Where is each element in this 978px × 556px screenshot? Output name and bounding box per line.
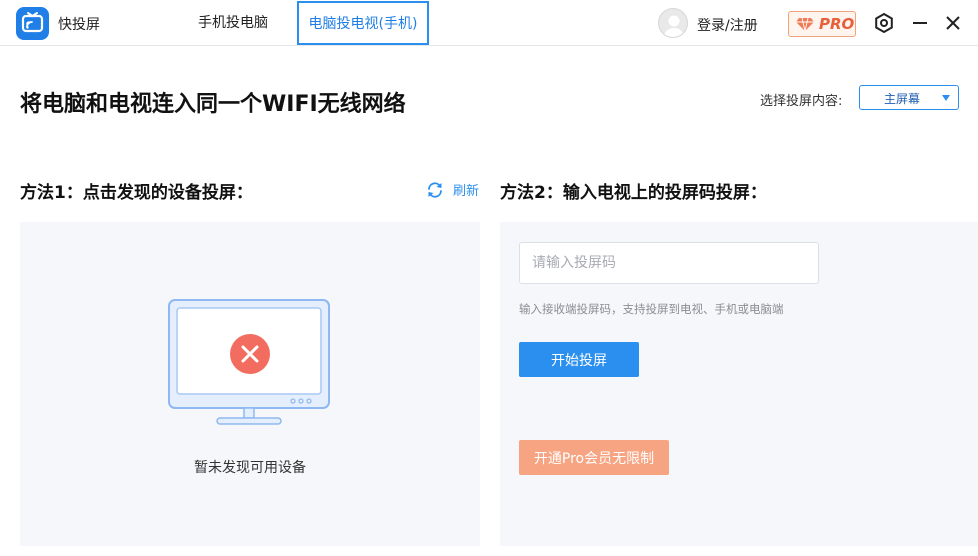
pro-badge[interactable]: PRO: [788, 11, 856, 37]
no-device-monitor-icon: [168, 299, 330, 425]
gear-icon: [875, 12, 893, 34]
refresh-label: 刷新: [453, 184, 480, 199]
user-avatar-icon: [664, 15, 684, 37]
content-select[interactable]: 主屏幕: [859, 85, 959, 110]
settings-button[interactable]: [872, 11, 896, 35]
login-register-link[interactable]: 登录/注册: [697, 15, 758, 35]
close-icon: [946, 16, 960, 30]
app-logo-icon: [16, 7, 49, 40]
refresh-icon: [428, 182, 442, 198]
method2-title: 方法2：输入电视上的投屏码投屏：: [500, 183, 767, 203]
cast-code-panel: 输入接收端投屏码，支持投屏到电视、手机或电脑端 开始投屏 开通Pro会员无限制: [500, 222, 978, 546]
empty-state-text: 暂未发现可用设备: [194, 460, 306, 476]
caret-down-icon: [942, 95, 950, 101]
content-select-value: 主屏幕: [884, 92, 921, 106]
cast-code-input[interactable]: [519, 242, 819, 284]
tab-phone-to-pc[interactable]: 手机投电脑: [180, 0, 286, 46]
content-select-label: 选择投屏内容:: [760, 94, 843, 109]
cast-code-hint: 输入接收端投屏码，支持投屏到电视、手机或电脑端: [519, 302, 784, 316]
app-name: 快投屏: [58, 17, 100, 33]
diamond-icon: [796, 17, 814, 32]
method1-title: 方法1：点击发现的设备投屏：: [20, 183, 253, 203]
tab-pc-to-tv[interactable]: 电脑投电视(手机): [297, 1, 429, 45]
device-list-panel: 暂未发现可用设备: [20, 222, 480, 546]
page-title: 将电脑和电视连入同一个WIFI无线网络: [20, 92, 406, 117]
start-cast-button[interactable]: 开始投屏: [519, 342, 639, 377]
pro-label: PRO: [819, 15, 855, 33]
close-button[interactable]: [941, 11, 965, 35]
minimize-button[interactable]: [908, 11, 932, 35]
title-bar: 快投屏 手机投电脑 电脑投电视(手机) 登录/注册 PRO: [0, 0, 978, 46]
minimize-icon: [913, 22, 927, 24]
pro-upgrade-button[interactable]: 开通Pro会员无限制: [519, 440, 669, 475]
avatar[interactable]: [658, 8, 688, 38]
